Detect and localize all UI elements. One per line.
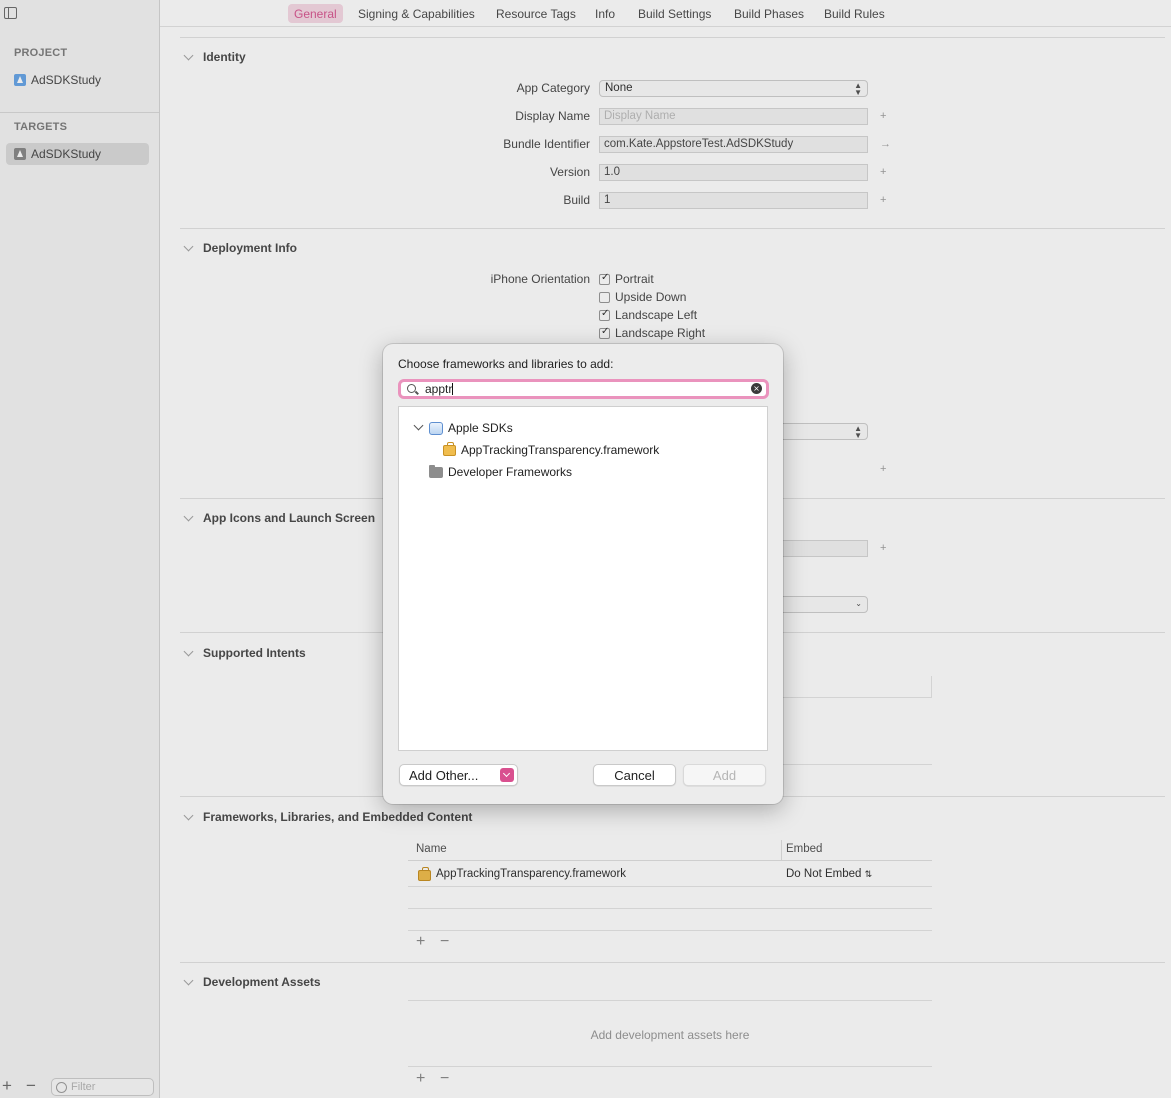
search-text: apptr (425, 382, 453, 396)
search-icon (407, 384, 416, 393)
sdk-icon (429, 421, 443, 435)
tree-item-label: Developer Frameworks (448, 465, 573, 479)
framework-icon (443, 441, 456, 456)
tree-item-apptrackingtransparency[interactable]: AppTrackingTransparency.framework (443, 440, 659, 460)
add-other-button[interactable]: Add Other... (399, 764, 518, 786)
text-caret (452, 383, 454, 395)
folder-icon (429, 464, 443, 478)
disclosure-expanded-icon[interactable] (413, 420, 424, 431)
clear-search-icon[interactable]: × (751, 383, 762, 394)
chevron-down-icon[interactable] (500, 768, 514, 782)
tree-item-apple-sdks[interactable]: Apple SDKs (413, 418, 513, 438)
dialog-title: Choose frameworks and libraries to add: (398, 357, 614, 371)
tree-item-developer-frameworks[interactable]: Developer Frameworks (429, 462, 572, 482)
search-value: apptr (425, 382, 454, 396)
framework-list: Apple SDKs AppTrackingTransparency.frame… (398, 406, 768, 751)
tree-item-label: AppTrackingTransparency.framework (461, 443, 660, 457)
cancel-button[interactable]: Cancel (593, 764, 676, 786)
add-frameworks-dialog: Choose frameworks and libraries to add: … (383, 344, 783, 804)
tree-item-label: Apple SDKs (448, 421, 513, 435)
search-input[interactable]: apptr × (398, 379, 769, 399)
add-other-label: Add Other... (409, 767, 479, 783)
add-button[interactable]: Add (683, 764, 766, 786)
